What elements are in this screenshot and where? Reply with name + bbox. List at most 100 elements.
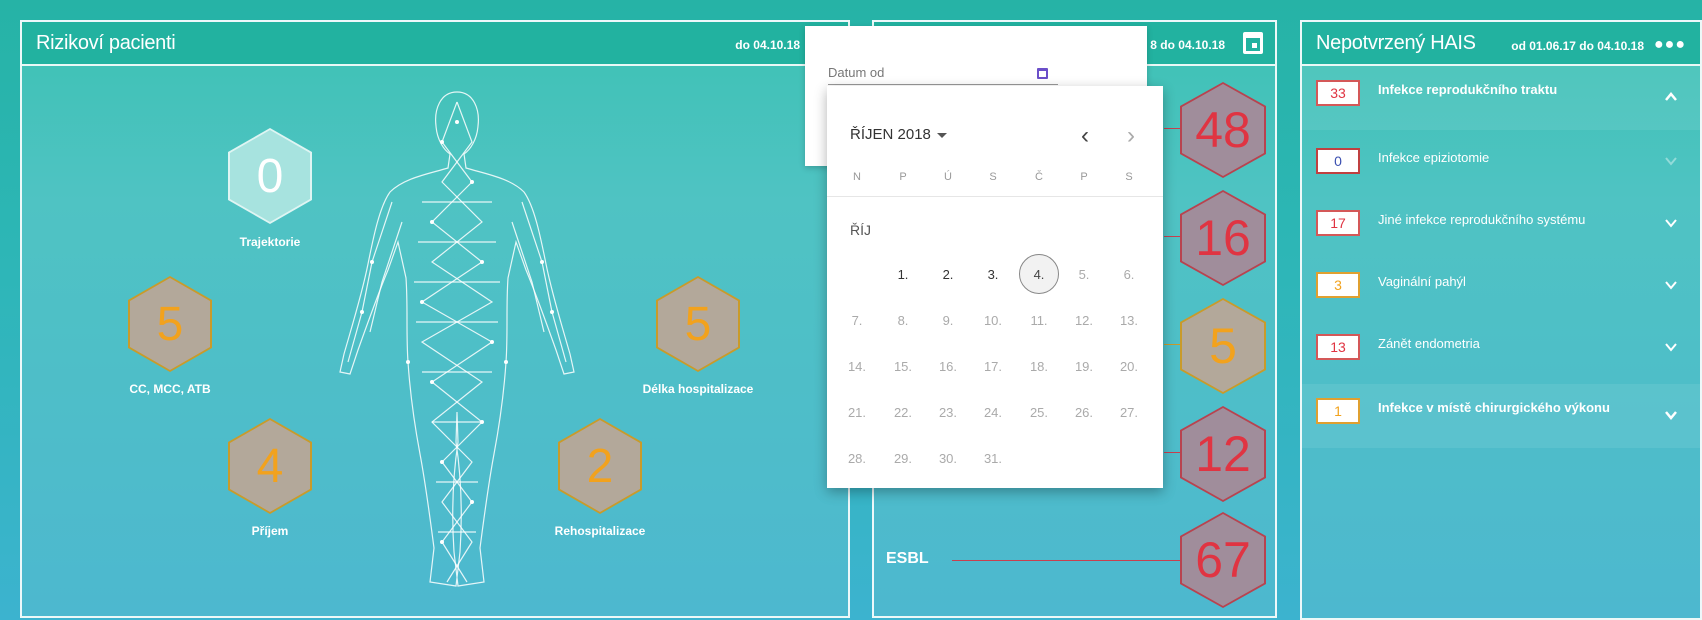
hais-name: Infekce epiziotomie [1378, 150, 1490, 165]
hex-value-16[interactable]: 16 [1180, 190, 1266, 286]
next-month-button[interactable]: › [1127, 122, 1135, 150]
day-cell[interactable]: 6. [1109, 254, 1149, 294]
hais-count-badge: 3 [1316, 272, 1360, 298]
hais-row[interactable]: 33 Infekce reprodukčního traktu [1302, 66, 1700, 130]
day-cell[interactable]: 15. [883, 346, 923, 386]
weekday-header: S [989, 171, 997, 183]
hex-value: 5 [658, 278, 738, 370]
caret-down-icon [936, 132, 947, 138]
panel-date[interactable]: 8 do 04.10.18 [1150, 38, 1225, 52]
hais-row[interactable]: 3 Vaginální pahýl [1302, 258, 1700, 322]
day-cell[interactable]: 25. [1019, 392, 1059, 432]
hais-count-badge: 13 [1316, 334, 1360, 360]
hex-label-delka: Délka hospitalizace [642, 382, 754, 396]
month-year-label: ŘÍJEN 2018 [850, 126, 931, 143]
day-cell[interactable]: 31. [973, 438, 1013, 478]
hex-value-48[interactable]: 48 [1180, 82, 1266, 178]
panel-title: Rizikoví pacienti [36, 31, 176, 54]
day-cell[interactable]: 5. [1064, 254, 1104, 294]
day-cell[interactable]: 27. [1109, 392, 1149, 432]
day-cell[interactable]: 13. [1109, 300, 1149, 340]
hais-row[interactable]: 1 Infekce v místě chirurgického výkonu [1302, 384, 1700, 448]
panel-title: Nepotvrzený HAIS [1316, 31, 1476, 54]
hais-count-badge: 0 [1316, 148, 1360, 174]
day-cell[interactable]: 21. [837, 392, 877, 432]
hais-count-badge: 1 [1316, 398, 1360, 424]
hex-value: 48 [1182, 84, 1264, 176]
hex-delka-hospitalizace[interactable]: 5 [656, 276, 740, 372]
day-cell[interactable]: 28. [837, 438, 877, 478]
hex-value: 0 [230, 130, 310, 222]
hex-value-5[interactable]: 5 [1180, 298, 1266, 394]
hex-label-prijem: Příjem [251, 524, 289, 538]
day-cell[interactable]: 3. [973, 254, 1013, 294]
weekday-header: Ú [944, 171, 952, 183]
month-year-selector[interactable]: ŘÍJEN 2018 [850, 126, 947, 143]
hex-cc-mcc-atb[interactable]: 5 [128, 276, 212, 372]
month-label: ŘÍJ [850, 222, 871, 238]
day-cell[interactable]: 29. [883, 438, 923, 478]
panel-header: Nepotvrzený HAIS od 01.06.17 do 04.10.18… [1302, 22, 1700, 66]
chevron-down-icon[interactable] [1664, 154, 1678, 168]
day-cell[interactable]: 8. [883, 300, 923, 340]
day-cell[interactable]: 24. [973, 392, 1013, 432]
panel-date[interactable]: do 04.10.18 [735, 38, 800, 52]
hex-prijem[interactable]: 4 [228, 418, 312, 514]
hais-count-badge: 17 [1316, 210, 1360, 236]
day-cell[interactable]: 17. [973, 346, 1013, 386]
more-menu-icon[interactable]: ●●● [1654, 36, 1686, 54]
hais-name: Jiné infekce reprodukčního systému [1378, 212, 1586, 227]
chevron-down-icon[interactable] [1664, 408, 1678, 422]
panel-header: Rizikoví pacienti do 04.10.18 [22, 22, 848, 66]
chevron-down-icon[interactable] [1664, 278, 1678, 292]
calendar-icon[interactable] [1243, 32, 1263, 54]
day-cell[interactable]: 16. [928, 346, 968, 386]
day-cell[interactable]: 4. [1019, 254, 1059, 294]
hex-value-67[interactable]: 67 [1180, 512, 1266, 608]
day-cell[interactable]: 11. [1019, 300, 1059, 340]
day-cell[interactable]: 22. [883, 392, 923, 432]
hais-count-badge: 33 [1316, 80, 1360, 106]
calendar-icon[interactable] [1037, 68, 1048, 79]
day-cell[interactable]: 23. [928, 392, 968, 432]
prev-month-button[interactable]: ‹ [1081, 122, 1089, 150]
hais-row[interactable]: 0 Infekce epiziotomie [1302, 134, 1700, 198]
hais-name: Zánět endometria [1378, 336, 1480, 351]
day-cell[interactable]: 1. [883, 254, 923, 294]
divider [827, 196, 1163, 197]
day-cell[interactable]: 26. [1064, 392, 1104, 432]
hais-name: Vaginální pahýl [1378, 274, 1466, 289]
hex-value: 5 [130, 278, 210, 370]
hex-label-rehosp: Rehospitalizace [554, 524, 646, 538]
chevron-up-icon[interactable] [1664, 90, 1678, 104]
hais-name: Infekce v místě chirurgického výkonu [1378, 400, 1610, 415]
day-cell[interactable]: 9. [928, 300, 968, 340]
day-cell[interactable]: 18. [1019, 346, 1059, 386]
input-underline [828, 84, 1058, 85]
day-cell[interactable]: 14. [837, 346, 877, 386]
day-cell[interactable]: 30. [928, 438, 968, 478]
risk-patients-panel: Rizikoví pacienti do 04.10.18 0 Trajekto… [20, 20, 850, 618]
hex-trajektorie[interactable]: 0 [228, 128, 312, 224]
day-cell[interactable]: 19. [1064, 346, 1104, 386]
day-cell[interactable]: 2. [928, 254, 968, 294]
chevron-down-icon[interactable] [1664, 340, 1678, 354]
panel-date[interactable]: od 01.06.17 do 04.10.18 [1511, 39, 1644, 53]
hais-row[interactable]: 13 Zánět endometria [1302, 320, 1700, 384]
chevron-down-icon[interactable] [1664, 216, 1678, 230]
hais-row[interactable]: 17 Jiné infekce reprodukčního systému [1302, 196, 1700, 260]
hex-value: 67 [1182, 514, 1264, 606]
hex-label-cc: CC, MCC, ATB [129, 382, 211, 396]
day-cell[interactable]: 20. [1109, 346, 1149, 386]
esbl-label: ESBL [886, 550, 929, 567]
day-cell[interactable]: 12. [1064, 300, 1104, 340]
unconfirmed-hais-panel: Nepotvrzený HAIS od 01.06.17 do 04.10.18… [1300, 20, 1702, 620]
hex-value-12[interactable]: 12 [1180, 406, 1266, 502]
hex-value: 5 [1182, 300, 1264, 392]
datepicker-popup[interactable]: ŘÍJEN 2018 ‹ › N P Ú S Č P S ŘÍJ 1. 2. 3. 4. 5. 6. 7… [827, 86, 1163, 488]
day-cell[interactable]: 7. [837, 300, 877, 340]
day-cell[interactable]: 10. [973, 300, 1013, 340]
hais-name: Infekce reprodukčního traktu [1378, 82, 1558, 97]
hex-value: 16 [1182, 192, 1264, 284]
weekday-header: S [1125, 171, 1133, 183]
